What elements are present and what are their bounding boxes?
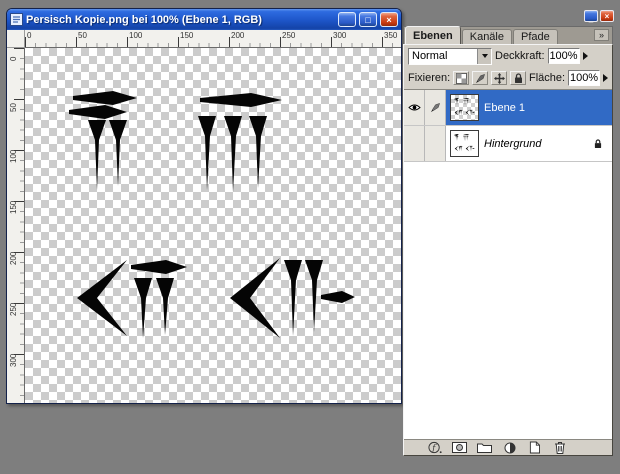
checkerboard-icon — [456, 73, 467, 84]
palette-tab-row: Ebenen Kanäle Pfade » — [403, 26, 613, 44]
ruler-label: 150 — [9, 201, 18, 214]
ruler-label: 150 — [180, 31, 193, 40]
document-icon — [10, 13, 23, 26]
delete-layer-button[interactable] — [551, 441, 568, 455]
opacity-slider-arrow-icon[interactable] — [583, 52, 588, 60]
ruler-label: 200 — [9, 252, 18, 265]
panel-window-controls: _ × — [584, 10, 614, 22]
lock-position-button[interactable] — [491, 71, 507, 85]
palette-footer: f — [404, 439, 612, 455]
vertical-ruler[interactable]: 0 50 100 150 200 250 300 — [7, 48, 25, 403]
visibility-toggle[interactable] — [404, 90, 425, 125]
trash-icon — [554, 441, 566, 454]
document-titlebar[interactable]: Persisch Kopie.png bei 100% (Ebene 1, RG… — [7, 9, 401, 30]
move-icon — [494, 73, 505, 84]
lock-label: Fixieren: — [408, 72, 450, 84]
ruler-label: 250 — [282, 31, 295, 40]
horizontal-ruler[interactable]: 0 50 100 150 200 250 300 350 — [25, 30, 401, 48]
layer-row[interactable]: Hintergrund — [404, 126, 612, 162]
opacity-value[interactable]: 100% — [548, 48, 580, 64]
photoshop-workspace: Persisch Kopie.png bei 100% (Ebene 1, RG… — [0, 0, 620, 474]
tab-pfade[interactable]: Pfade — [513, 29, 558, 44]
ruler-label: 50 — [78, 31, 87, 40]
maximize-button[interactable]: □ — [359, 12, 377, 27]
active-layer-indicator[interactable] — [425, 90, 446, 125]
fill-slider-arrow-icon[interactable] — [603, 74, 608, 82]
panel-close-button[interactable]: × — [600, 10, 614, 22]
ruler-label: 0 — [9, 57, 18, 61]
ruler-label: 100 — [129, 31, 142, 40]
new-layer-button[interactable] — [526, 441, 543, 455]
paintbrush-icon — [430, 102, 441, 113]
ruler-corner — [7, 30, 25, 48]
blend-mode-value: Normal — [409, 50, 477, 62]
layers-palette: Ebenen Kanäle Pfade » Normal Deckkraft: … — [403, 26, 613, 456]
brush-icon — [475, 73, 486, 84]
new-group-button[interactable] — [476, 441, 493, 455]
chevron-down-icon — [482, 54, 488, 58]
lock-icon — [514, 73, 523, 84]
adjustment-circle-icon — [504, 442, 516, 454]
window-title: Persisch Kopie.png bei 100% (Ebene 1, RG… — [26, 14, 335, 26]
layer-style-button[interactable]: f — [426, 441, 443, 455]
cuneiform-artwork — [25, 48, 401, 403]
blend-mode-dropdown-button[interactable] — [477, 49, 491, 64]
panel-menu-button[interactable]: » — [594, 29, 609, 41]
ruler-label: 200 — [231, 31, 244, 40]
tab-kanaele[interactable]: Kanäle — [462, 29, 512, 44]
ruler-label: 250 — [9, 303, 18, 316]
fx-icon: f — [428, 441, 442, 454]
new-layer-icon — [529, 441, 540, 454]
lock-paint-button[interactable] — [472, 71, 488, 85]
opacity-label: Deckkraft: — [495, 50, 545, 62]
folder-icon — [477, 442, 492, 453]
svg-text:f: f — [431, 442, 437, 452]
ruler-label: 100 — [9, 150, 18, 163]
ruler-label: 300 — [9, 354, 18, 367]
active-layer-indicator[interactable] — [425, 126, 446, 161]
document-window: Persisch Kopie.png bei 100% (Ebene 1, RG… — [6, 8, 402, 404]
lock-all-button[interactable] — [510, 71, 526, 85]
ruler-label: 0 — [27, 31, 31, 40]
layer-row[interactable]: Ebene 1 — [404, 90, 612, 126]
lock-fill-row: Fixieren: — [404, 67, 612, 89]
layer-name: Hintergrund — [484, 138, 541, 150]
eye-icon — [408, 103, 421, 112]
add-layer-mask-button[interactable] — [451, 441, 468, 455]
layer-mask-icon — [452, 442, 467, 453]
blend-opacity-row: Normal Deckkraft: 100% — [404, 45, 612, 67]
panel-minimize-button[interactable]: _ — [584, 10, 598, 22]
blend-mode-select[interactable]: Normal — [408, 48, 492, 65]
fill-value[interactable]: 100% — [568, 70, 600, 86]
palette-body: Normal Deckkraft: 100% Fixieren: — [403, 44, 613, 456]
layer-name: Ebene 1 — [484, 102, 525, 114]
layer-list: Ebene 1 Hintergrund — [404, 89, 612, 439]
lock-transparency-button[interactable] — [453, 71, 469, 85]
background-lock — [594, 139, 608, 149]
close-button[interactable]: × — [380, 12, 398, 27]
tab-ebenen[interactable]: Ebenen — [405, 26, 461, 44]
document-content: 0 50 100 150 200 250 300 350 0 50 100 15… — [7, 30, 401, 403]
ruler-label: 50 — [9, 103, 18, 112]
layer-thumbnail[interactable] — [450, 94, 479, 121]
ruler-label: 350 — [384, 31, 397, 40]
ruler-label: 300 — [333, 31, 346, 40]
fill-label: Fläche: — [529, 72, 565, 84]
lock-icon — [594, 139, 602, 149]
adjustment-layer-button[interactable] — [501, 441, 518, 455]
minimize-button[interactable]: _ — [338, 12, 356, 27]
canvas[interactable] — [25, 48, 401, 403]
layer-thumbnail[interactable] — [450, 130, 479, 157]
visibility-toggle[interactable] — [404, 126, 425, 161]
